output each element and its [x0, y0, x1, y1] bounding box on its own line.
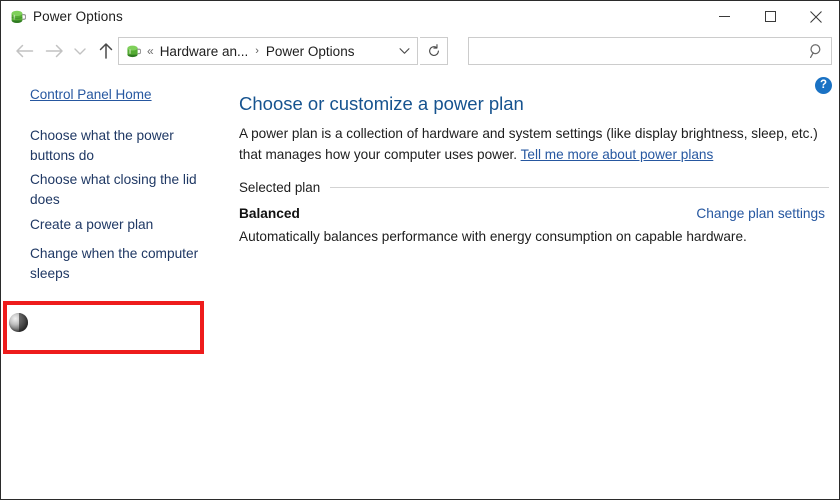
selected-plan-group-header: Selected plan	[239, 180, 829, 195]
close-icon	[810, 10, 822, 23]
minimize-button[interactable]	[701, 1, 747, 32]
breadcrumb-item-power-options[interactable]: Power Options	[266, 44, 355, 59]
sidebar-item-create-power-plan[interactable]: Create a power plan	[30, 215, 212, 235]
page-title: Choose or customize a power plan	[239, 93, 524, 114]
sidebar: Control Panel Home Choose what the power…	[1, 70, 229, 499]
main-panel: ? Choose or customize a power plan A pow…	[229, 70, 839, 499]
sidebar-item-change-when-computer-sleeps[interactable]: Change when the computer sleeps	[30, 244, 212, 283]
window-title: Power Options	[33, 9, 123, 24]
busy-cursor	[9, 313, 28, 332]
page-description: A power plan is a collection of hardware…	[239, 123, 819, 165]
refresh-button[interactable]	[420, 37, 448, 65]
breadcrumb-bar[interactable]: « Hardware an... › Power Options	[118, 37, 418, 65]
power-plug-icon	[125, 43, 141, 59]
search-input[interactable]	[477, 40, 801, 62]
power-plug-icon	[9, 8, 26, 25]
highlight-annotation-box	[3, 301, 204, 354]
close-button[interactable]	[793, 1, 839, 32]
forward-arrow-icon	[45, 44, 63, 58]
plan-description: Automatically balances performance with …	[239, 229, 747, 244]
maximize-button[interactable]	[747, 1, 793, 32]
maximize-icon	[764, 11, 776, 22]
power-options-window: Power Options « Hardware an... › Power O…	[0, 0, 840, 500]
up-arrow-icon	[99, 43, 113, 59]
change-plan-settings-link[interactable]: Change plan settings	[696, 206, 825, 221]
content-area: Control Panel Home Choose what the power…	[1, 70, 839, 499]
breadcrumb-dropdown-button[interactable]	[391, 38, 417, 64]
back-button[interactable]	[9, 36, 39, 66]
chevron-down-icon	[398, 48, 410, 54]
recent-locations-button[interactable]	[69, 36, 91, 66]
sidebar-item-power-buttons[interactable]: Choose what the power buttons do	[30, 126, 212, 165]
breadcrumb-item-hardware[interactable]: Hardware an...	[160, 44, 249, 59]
search-box[interactable]	[468, 37, 832, 65]
group-divider	[330, 187, 829, 188]
sidebar-item-control-panel-home[interactable]: Control Panel Home	[30, 87, 152, 102]
chevron-down-icon	[74, 47, 86, 55]
plan-name: Balanced	[239, 206, 300, 221]
tell-me-more-link[interactable]: Tell me more about power plans	[521, 147, 714, 162]
sidebar-item-closing-lid[interactable]: Choose what closing the lid does	[30, 170, 212, 209]
breadcrumb-separator: ›	[255, 45, 259, 57]
title-bar: Power Options	[1, 1, 839, 32]
refresh-icon	[428, 44, 439, 56]
help-icon[interactable]: ?	[815, 77, 832, 94]
search-icon[interactable]	[809, 43, 824, 64]
breadcrumb-overflow[interactable]: «	[147, 44, 154, 58]
window-controls	[701, 1, 839, 32]
minimize-icon	[718, 16, 730, 17]
group-label: Selected plan	[239, 180, 321, 195]
forward-button[interactable]	[39, 36, 69, 66]
up-button[interactable]	[91, 36, 121, 66]
back-arrow-icon	[15, 44, 33, 58]
